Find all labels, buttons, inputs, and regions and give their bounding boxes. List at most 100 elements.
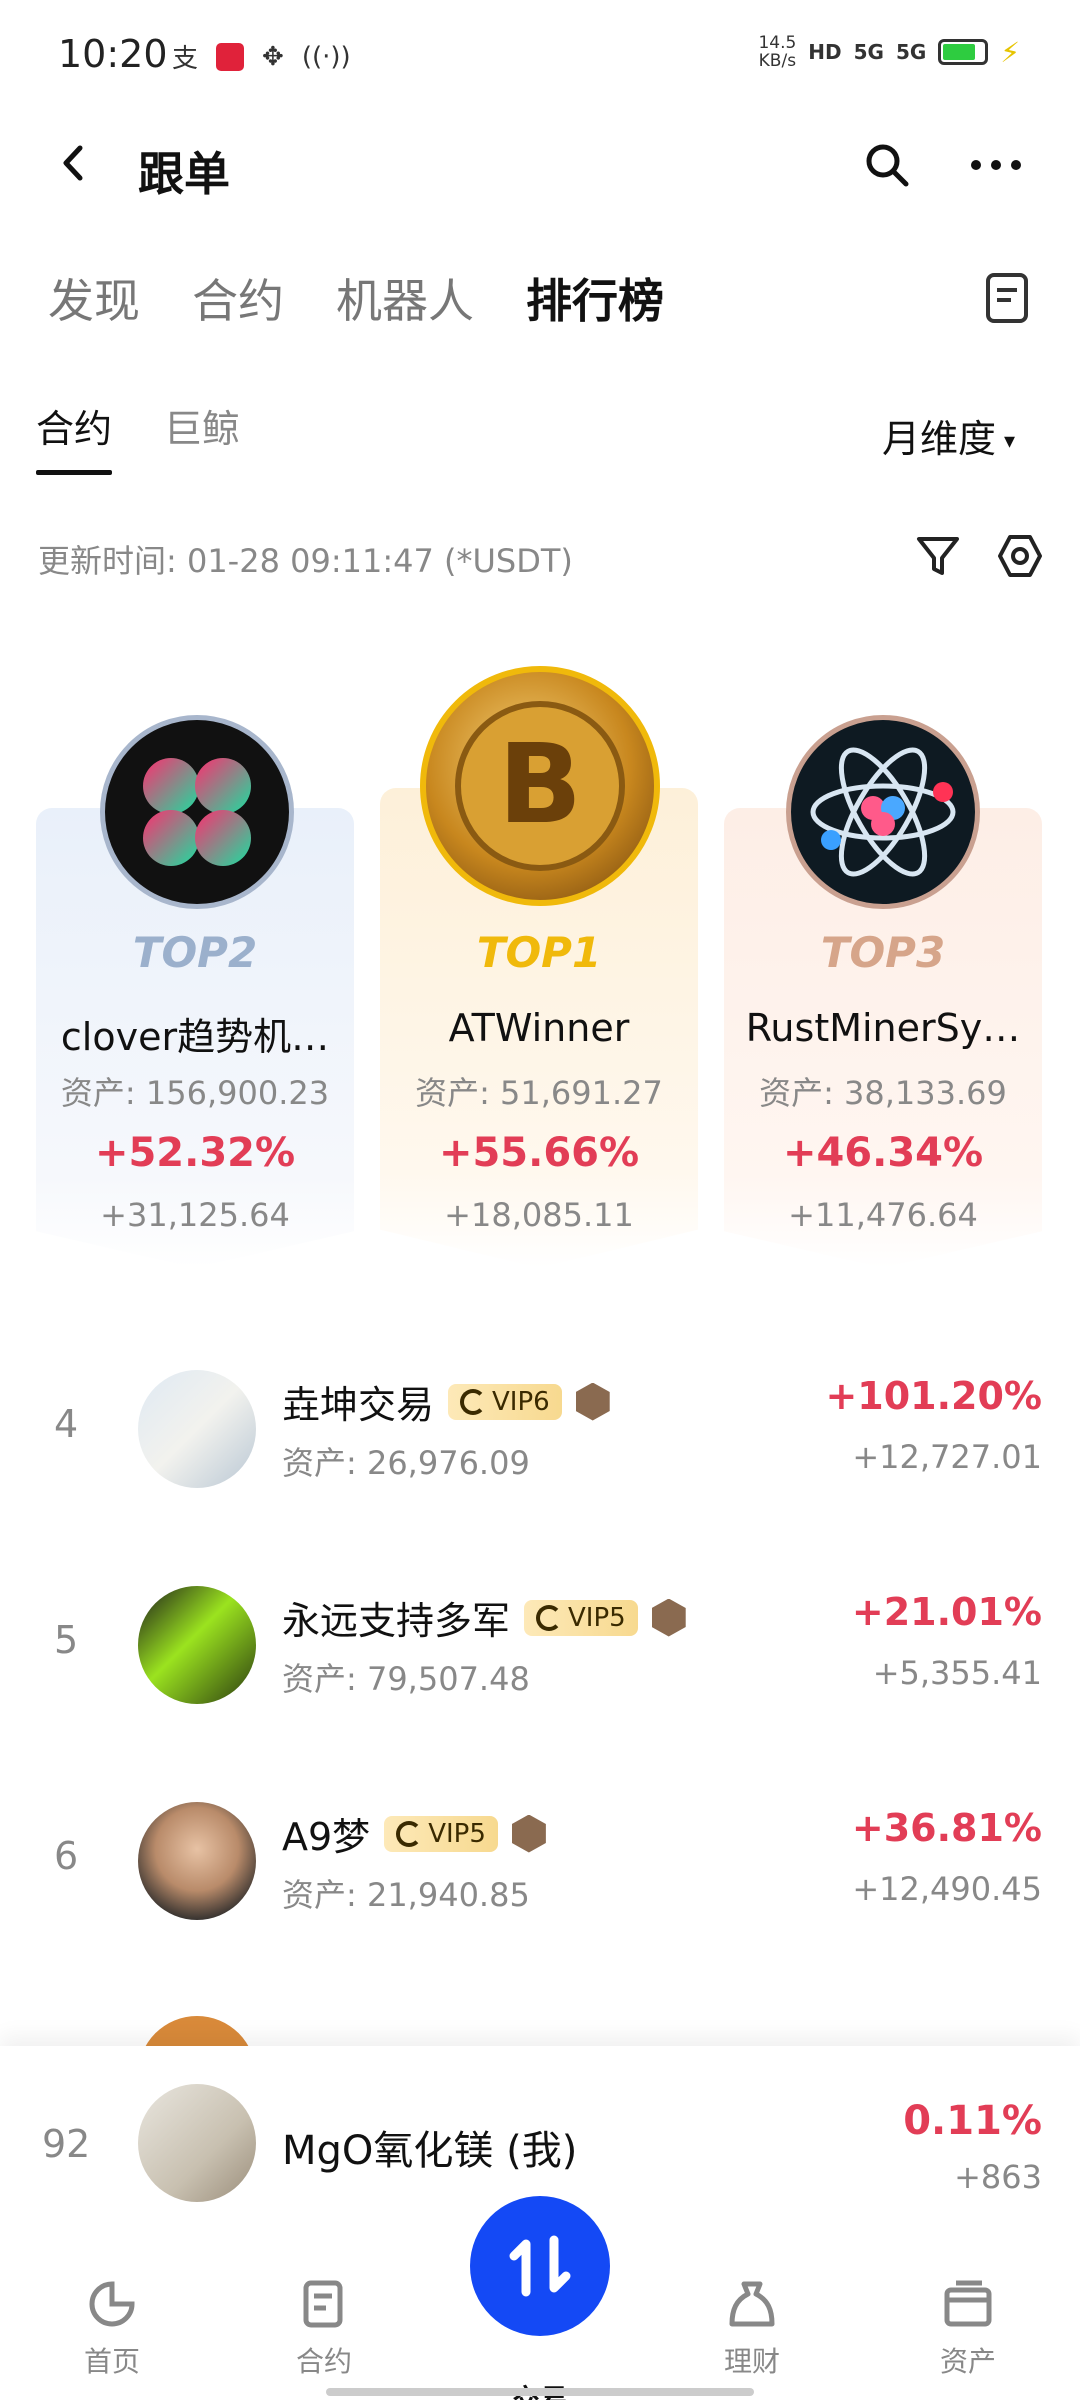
trader-profit: +18,085.11	[444, 1196, 634, 1234]
tab-leaderboard[interactable]: 排行榜	[526, 265, 664, 331]
trader-assets: 资产: 21,940.85	[282, 1876, 530, 1914]
trader-name[interactable]: RustMinerSy…	[724, 1006, 1042, 1050]
trader-return-pct: +55.66%	[438, 1130, 640, 1176]
avatar	[138, 2084, 256, 2202]
trader-assets: 资产: 79,507.48	[282, 1660, 530, 1698]
avatar[interactable]: B	[420, 666, 660, 906]
trader-name: 永远支持多军	[282, 1599, 511, 1643]
avatar	[138, 1802, 256, 1920]
signal-icon: 5G	[853, 40, 884, 64]
rank-number: 5	[54, 1618, 79, 1662]
document-icon[interactable]	[985, 272, 1029, 324]
trader-profit: +12,727.01	[852, 1438, 1042, 1476]
home-indicator[interactable]	[326, 2388, 754, 2396]
main-tabs: 发现 合约 机器人 排行榜	[48, 265, 664, 331]
update-time: 更新时间: 01-28 09:11:47 (*USDT)	[38, 542, 573, 580]
status-time: 10:20	[58, 32, 168, 76]
home-icon	[89, 2281, 135, 2327]
trader-name[interactable]: ATWinner	[380, 1006, 698, 1050]
vip-icon	[396, 1820, 423, 1847]
contract-icon	[303, 2280, 343, 2328]
my-name: MgO氧化镁 (我)	[282, 2128, 578, 2174]
trader-return-pct: +52.32%	[94, 1130, 296, 1176]
nav-home[interactable]: 首页	[42, 2278, 182, 2380]
filter-icon[interactable]	[914, 532, 962, 580]
my-profit: +863	[954, 2158, 1042, 2196]
trade-button[interactable]	[470, 2196, 610, 2336]
trader-profit: +31,125.64	[100, 1196, 290, 1234]
list-item[interactable]: 6 A9梦 VIP5 资产: 21,940.85 +36.81% +12,490…	[0, 1776, 1080, 1946]
nav-contract[interactable]: 合约	[254, 2278, 394, 2380]
medal-icon	[511, 1814, 546, 1853]
rank-label-top1: TOP1	[476, 928, 602, 977]
rank-number: 6	[54, 1834, 79, 1878]
avatar[interactable]	[100, 715, 294, 909]
vip-badge: VIP6	[448, 1383, 562, 1420]
avatar	[138, 1586, 256, 1704]
nav-finance[interactable]: 理财	[682, 2278, 822, 2380]
trader-return-pct: +36.81%	[851, 1806, 1042, 1850]
finance-icon	[729, 2281, 775, 2327]
trader-return-pct: +46.34%	[782, 1130, 984, 1176]
list-item[interactable]: 4 垚坤交易 VIP6 资产: 26,976.09 +101.20% +12,7…	[0, 1344, 1080, 1514]
trader-profit: +12,490.45	[852, 1870, 1042, 1908]
wallet-icon	[944, 2280, 992, 2327]
rank-label-top2: TOP2	[132, 928, 258, 977]
trader-assets: 资产: 51,691.27	[415, 1074, 663, 1112]
avatar	[138, 1370, 256, 1488]
bitcoin-icon: B	[455, 701, 625, 871]
search-icon[interactable]	[862, 140, 912, 190]
my-return-pct: 0.11%	[903, 2098, 1042, 2144]
caret-down-icon: ▾	[1004, 429, 1016, 454]
period-dropdown[interactable]: 月维度 ▾	[882, 408, 1015, 463]
my-rank-number: 92	[42, 2122, 91, 2166]
alipay-icon: 支	[172, 44, 199, 74]
hotspot-icon: ((·))	[301, 41, 351, 72]
status-notification-icons: 支 ✥ ((·))	[172, 38, 351, 75]
vip-badge: VIP5	[524, 1599, 638, 1636]
trader-assets: 资产: 156,900.23	[60, 1074, 330, 1112]
avatar[interactable]	[786, 715, 980, 909]
app-notification-icon	[216, 42, 245, 71]
list-item[interactable]: 5 永远支持多军 VIP5 资产: 79,507.48 +21.01% +5,3…	[0, 1560, 1080, 1730]
trader-assets: 资产: 38,133.69	[759, 1074, 1007, 1112]
tab-discover[interactable]: 发现	[48, 265, 140, 331]
atom-icon	[810, 747, 956, 877]
trader-name: 垚坤交易	[282, 1383, 435, 1427]
vip-icon	[536, 1604, 563, 1631]
rank-label-top3: TOP3	[820, 928, 946, 977]
trader-name[interactable]: clover趋势机…	[36, 1006, 354, 1061]
svg-text:B: B	[498, 720, 582, 848]
charging-icon: ⚡	[1000, 35, 1020, 69]
more-icon[interactable]	[968, 140, 1024, 190]
hd-icon: HD	[808, 40, 842, 64]
period-dropdown-label: 月维度	[882, 417, 997, 461]
vip-badge: VIP5	[384, 1815, 498, 1852]
tab-robot[interactable]: 机器人	[336, 265, 474, 331]
app-header: 跟单	[0, 110, 1080, 220]
medal-icon	[575, 1382, 610, 1421]
status-system-icons: 14.5 KB/s HD 5G 5G ⚡	[758, 34, 1020, 70]
rank-number: 4	[54, 1402, 79, 1446]
tab-contract[interactable]: 合约	[192, 265, 284, 331]
status-bar: 10:20 支 ✥ ((·)) 14.5 KB/s HD 5G 5G ⚡	[0, 0, 1080, 110]
medal-icon	[651, 1598, 686, 1637]
trader-profit: +5,355.41	[872, 1654, 1042, 1692]
subtab-contract[interactable]: 合约	[36, 398, 113, 475]
net-speed: 14.5 KB/s	[758, 33, 797, 71]
trade-icon	[509, 2235, 571, 2297]
battery-icon	[938, 39, 989, 65]
trader-return-pct: +21.01%	[851, 1590, 1042, 1634]
subtab-whale[interactable]: 巨鲸	[164, 398, 240, 475]
trader-profit: +11,476.64	[788, 1196, 978, 1234]
sub-tabs: 合约 巨鲸	[36, 398, 240, 475]
settings-icon[interactable]	[996, 532, 1044, 580]
list-item[interactable]	[0, 1992, 1080, 2052]
trader-name: A9梦	[282, 1815, 371, 1859]
nav-assets[interactable]: 资产	[898, 2278, 1038, 2380]
pinwheel-icon: ✥	[262, 41, 284, 72]
vip-icon	[460, 1388, 487, 1415]
back-icon[interactable]	[50, 138, 100, 188]
trader-assets: 资产: 26,976.09	[282, 1444, 530, 1482]
trader-return-pct: +101.20%	[825, 1374, 1042, 1418]
